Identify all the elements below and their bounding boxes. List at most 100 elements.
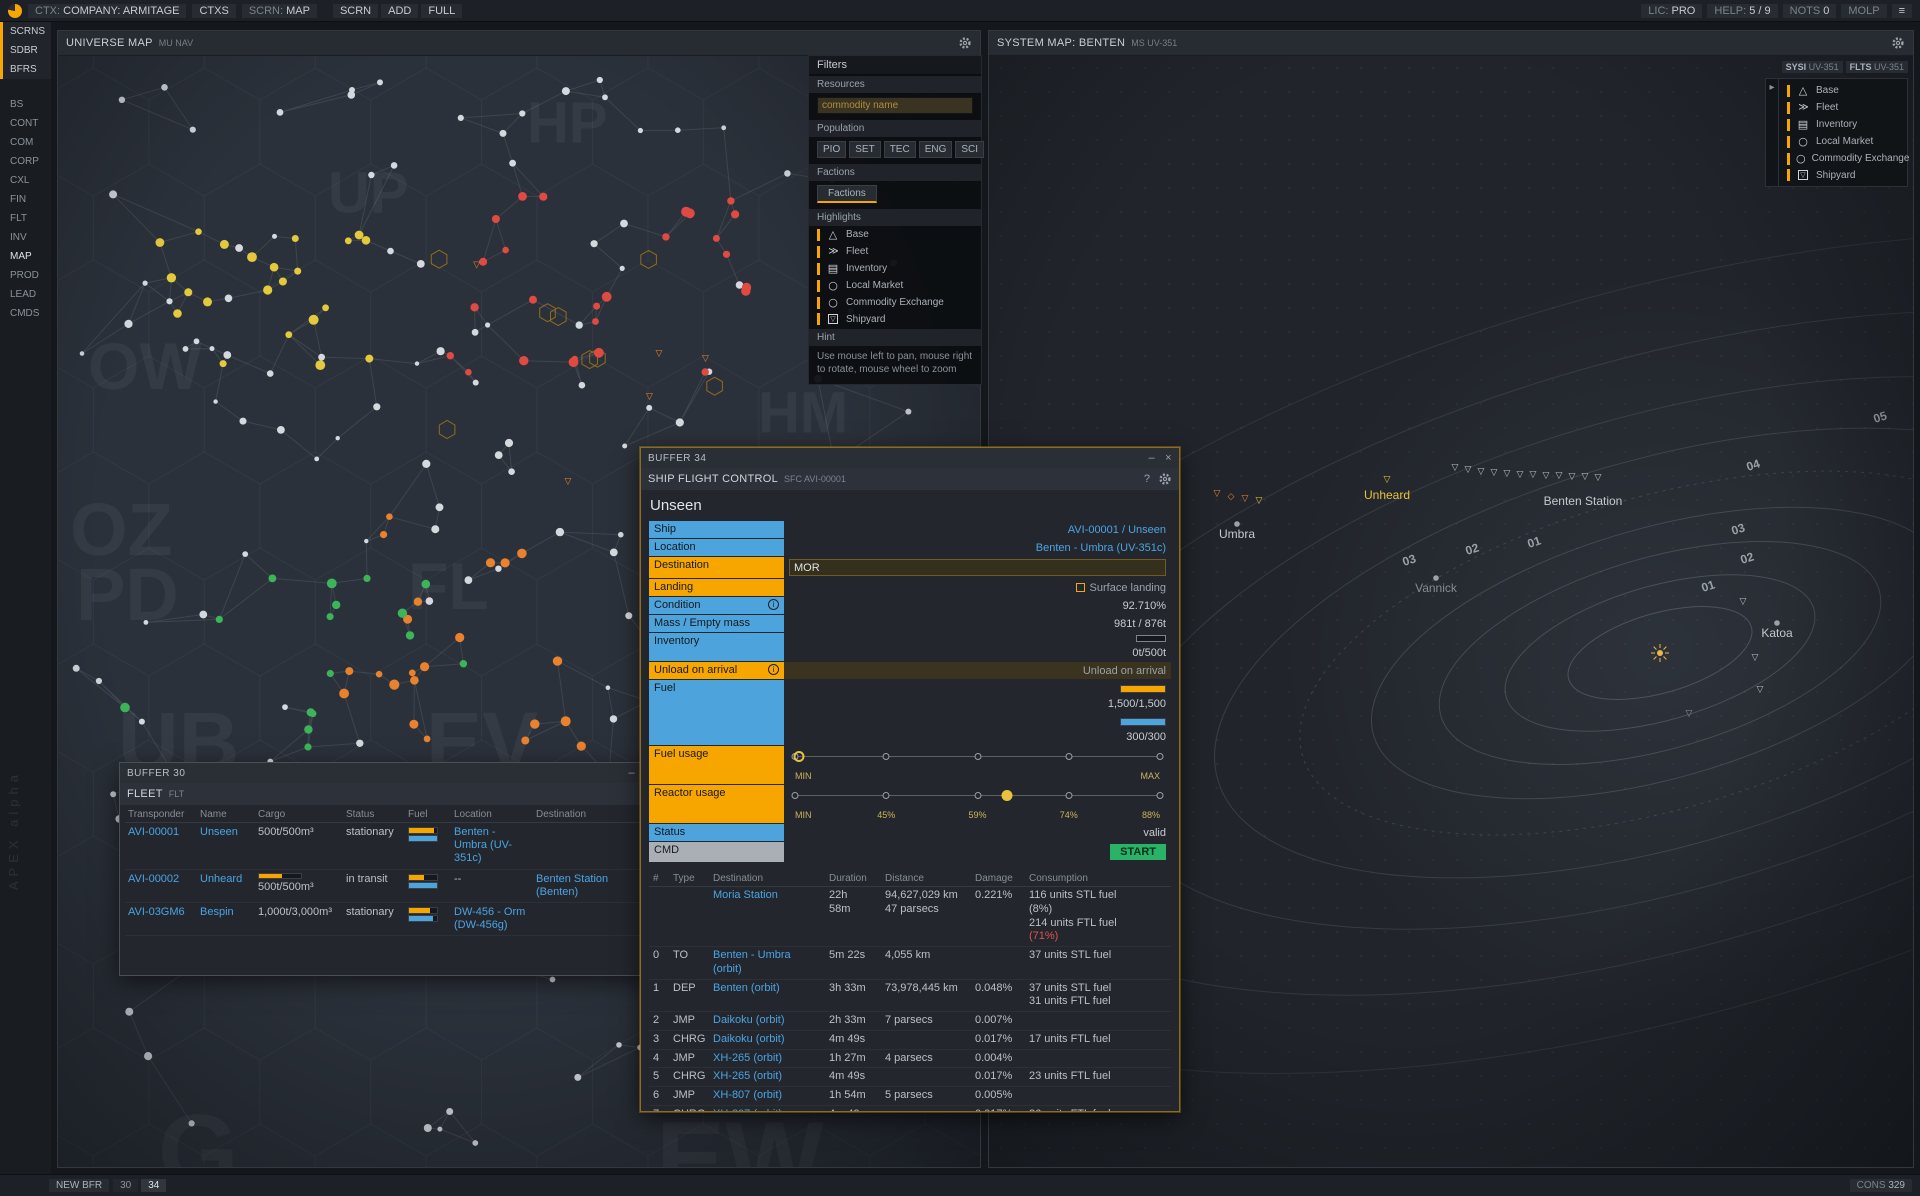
star[interactable] <box>784 170 791 177</box>
ship-name-link[interactable]: Unheard <box>200 873 242 885</box>
population-filter-tec[interactable]: TEC <box>884 141 916 158</box>
population-filter-set[interactable]: SET <box>849 141 880 158</box>
star[interactable] <box>424 1124 432 1132</box>
star[interactable] <box>530 719 539 728</box>
fleet-marker[interactable]: ▽ <box>1757 685 1764 695</box>
population-filter-pio[interactable]: PIO <box>817 141 846 158</box>
apex-logo-icon[interactable] <box>8 4 22 18</box>
star[interactable] <box>579 382 586 389</box>
fleet-marker[interactable]: ▽ <box>646 392 653 402</box>
star[interactable] <box>315 360 325 370</box>
star[interactable] <box>285 331 292 338</box>
star[interactable] <box>409 720 418 729</box>
star[interactable] <box>905 409 911 415</box>
route-destination-link[interactable]: Benten - Umbra (orbit) <box>713 949 791 975</box>
star[interactable] <box>336 436 340 440</box>
star[interactable] <box>356 740 363 747</box>
route-destination-link[interactable]: Daikoku (orbit) <box>713 1033 785 1045</box>
fleet-markers-layer[interactable]: ▽▽▽▽▽▽▽▽▽▽▽▽▽◇▽▽▽▽▽▽▽ <box>1214 463 1764 719</box>
legend-item-base[interactable]: △Base <box>809 226 981 243</box>
star[interactable] <box>279 278 287 286</box>
legend-item-commodity-exchange[interactable]: ○Commodity Exchange <box>809 294 981 311</box>
star[interactable] <box>508 468 515 475</box>
star[interactable] <box>500 130 507 137</box>
star[interactable] <box>509 160 516 167</box>
route-destination-link[interactable]: XH-807 (orbit) <box>713 1108 782 1112</box>
legend-item-fleet[interactable]: ≫Fleet <box>1779 99 1903 116</box>
star[interactable] <box>521 737 529 745</box>
ship-link[interactable]: AVI-00001 / Unseen <box>1068 524 1166 536</box>
star[interactable] <box>610 715 617 722</box>
star[interactable] <box>263 285 272 294</box>
help-icon[interactable]: ? <box>1144 473 1150 485</box>
sidebar-item-cont[interactable]: CONT <box>0 114 51 133</box>
star[interactable] <box>373 403 380 410</box>
fleet-marker[interactable]: ▽ <box>1543 471 1550 481</box>
star[interactable] <box>282 704 288 710</box>
body-label-unheard[interactable]: Unheard <box>1364 488 1410 502</box>
sidebar-item-corp[interactable]: CORP <box>0 152 51 171</box>
star[interactable] <box>80 351 85 356</box>
star[interactable] <box>389 680 399 690</box>
star[interactable] <box>723 251 730 258</box>
star[interactable] <box>144 620 149 625</box>
context-selector[interactable]: CTX: COMPANY: ARMITAGE <box>28 4 186 18</box>
star[interactable] <box>314 457 319 462</box>
star[interactable] <box>550 977 556 983</box>
start-button[interactable]: START <box>1110 844 1166 860</box>
star[interactable] <box>267 370 274 377</box>
star[interactable] <box>173 309 182 318</box>
star[interactable] <box>676 418 684 426</box>
topbar-button-scrn[interactable]: SCRN <box>333 4 378 18</box>
star[interactable] <box>436 503 444 511</box>
star[interactable] <box>422 460 430 468</box>
star[interactable] <box>420 662 429 671</box>
ctxs-button[interactable]: CTXS <box>192 4 235 18</box>
star[interactable] <box>681 207 691 217</box>
star[interactable] <box>414 598 422 606</box>
minimize-icon[interactable]: – <box>1148 453 1155 463</box>
star[interactable] <box>327 613 334 620</box>
route-destination-link[interactable]: Moria Station <box>713 889 778 901</box>
star[interactable] <box>189 1120 195 1126</box>
fleet-marker[interactable]: ▽ <box>1752 653 1759 663</box>
star[interactable] <box>339 689 349 699</box>
star[interactable] <box>741 286 750 295</box>
fleet-marker[interactable]: ▽ <box>1582 472 1589 482</box>
star[interactable] <box>594 348 604 358</box>
star[interactable] <box>277 426 285 434</box>
star[interactable] <box>713 235 720 242</box>
star[interactable] <box>398 609 407 618</box>
bodies-layer[interactable]: UmbraUnheardBenten StationVannickKatoa <box>1219 488 1793 640</box>
star[interactable] <box>646 405 652 411</box>
star[interactable] <box>424 736 431 743</box>
legend-collapse-icon[interactable]: ▸ <box>1766 79 1779 186</box>
star[interactable] <box>539 193 547 201</box>
star[interactable] <box>638 128 643 133</box>
star[interactable] <box>220 360 227 367</box>
star[interactable] <box>415 361 419 365</box>
star[interactable] <box>553 656 562 665</box>
ship-name-link[interactable]: Bespin <box>200 906 234 918</box>
body-label-umbra[interactable]: Umbra <box>1219 527 1255 541</box>
sidebar-item-fin[interactable]: FIN <box>0 190 51 209</box>
star[interactable] <box>519 110 525 116</box>
star[interactable] <box>387 248 394 255</box>
surface-landing-checkbox[interactable] <box>1076 583 1085 592</box>
star[interactable] <box>518 192 527 201</box>
star[interactable] <box>606 685 611 690</box>
star[interactable] <box>592 318 599 325</box>
gear-icon[interactable] <box>958 36 972 50</box>
star[interactable] <box>225 295 233 303</box>
star[interactable] <box>183 346 189 352</box>
fleet-marker[interactable]: ▽ <box>655 349 662 359</box>
fleet-marker[interactable]: ▽ <box>1517 470 1524 480</box>
gear-icon[interactable] <box>1891 36 1905 50</box>
star[interactable] <box>309 315 319 325</box>
fuel-usage-slider-handle[interactable] <box>793 751 804 762</box>
star[interactable] <box>446 1108 453 1115</box>
fleet-marker[interactable]: ▽ <box>1478 467 1485 477</box>
star[interactable] <box>465 369 472 376</box>
star[interactable] <box>167 273 176 282</box>
fleet-marker[interactable]: ▽ <box>1491 468 1498 478</box>
